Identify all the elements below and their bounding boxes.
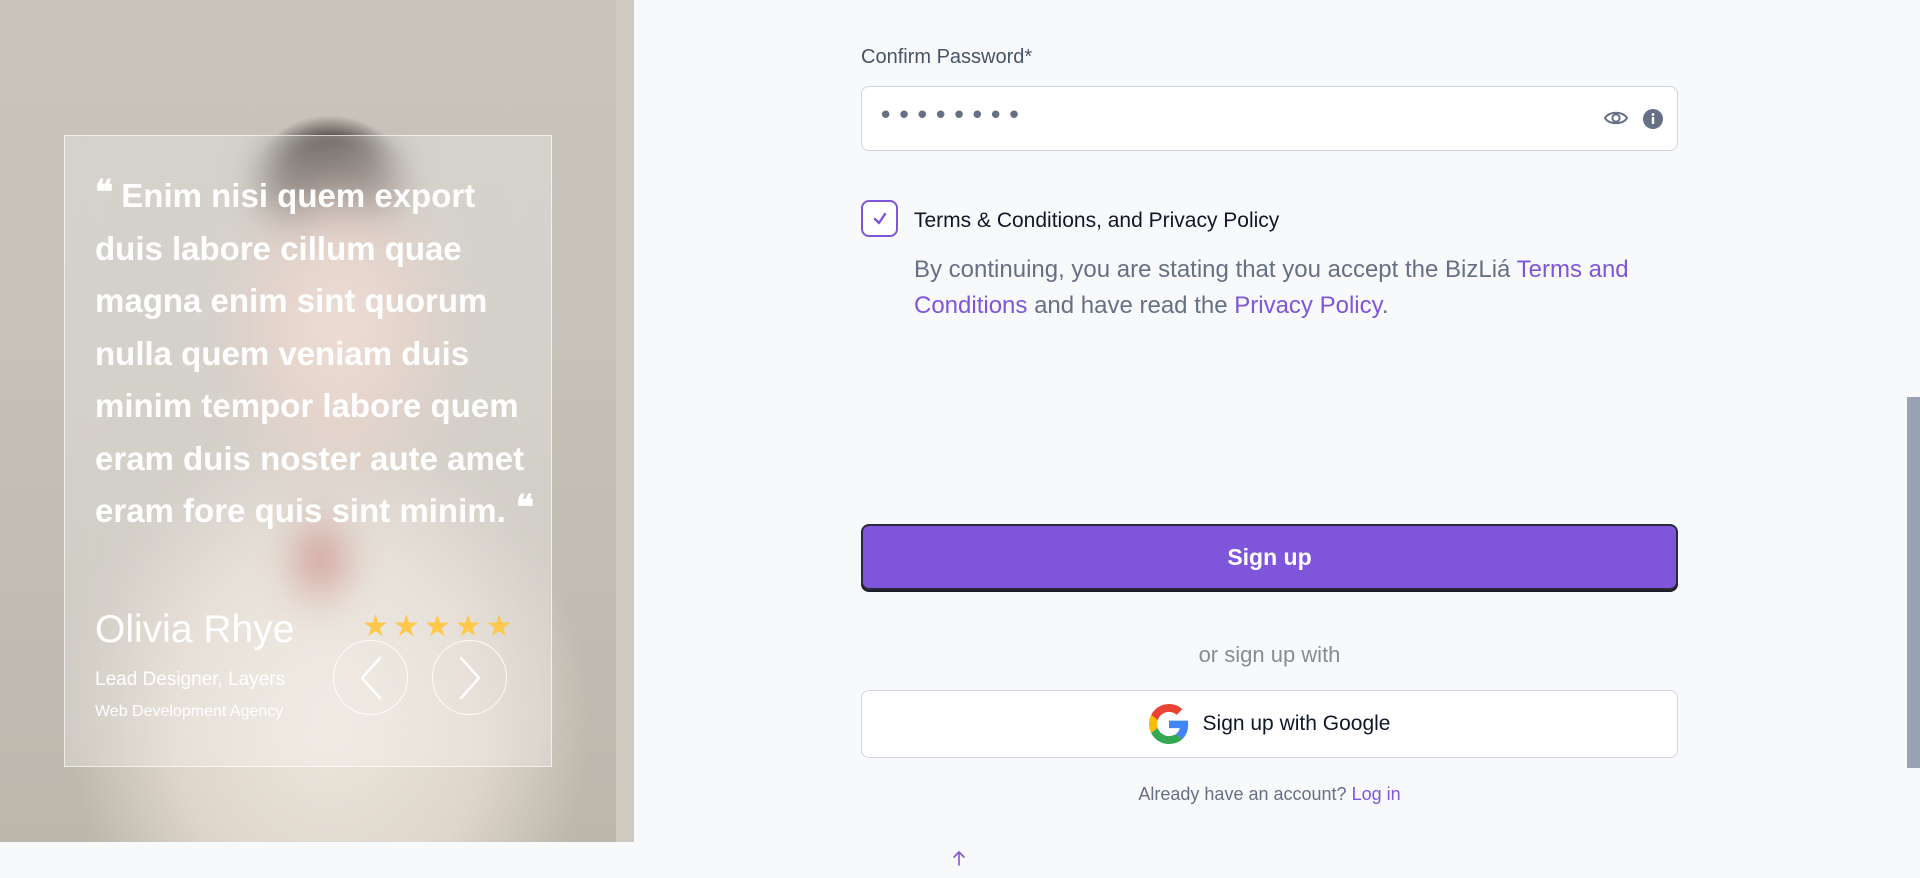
- star-icon: ★: [423, 609, 451, 644]
- star-icon: ★: [454, 609, 482, 644]
- quote-close-icon: ❝: [515, 488, 535, 528]
- author-name: Olivia Rhye: [95, 608, 295, 651]
- google-signup-button[interactable]: Sign up with Google: [861, 690, 1678, 758]
- testimonial-quote: ❝ Enim nisi quem export duis labore cillu…: [95, 170, 535, 538]
- quote-text: Enim nisi quem export duis labore cillum…: [95, 177, 525, 529]
- privacy-link[interactable]: Privacy Policy: [1234, 292, 1382, 319]
- terms-text-part: By continuing, you are stating that you …: [914, 256, 1517, 283]
- chevron-right-icon: [459, 656, 480, 699]
- photo-edge: [616, 0, 634, 842]
- star-icon: ★: [362, 609, 389, 644]
- login-link[interactable]: Log in: [1352, 784, 1401, 804]
- confirm-password-field[interactable]: ••••••••: [861, 86, 1678, 151]
- quote-open-icon: ❝: [95, 173, 114, 213]
- checkmark-icon: [873, 212, 886, 224]
- confirm-password-value[interactable]: ••••••••: [878, 101, 1025, 131]
- star-icon: ★: [485, 609, 513, 644]
- testimonial-card: ❝ Enim nisi quem export duis labore cillu…: [64, 135, 552, 767]
- next-testimonial-button[interactable]: [432, 640, 507, 715]
- terms-checkbox[interactable]: [861, 200, 898, 237]
- confirm-password-label: Confirm Password*: [861, 46, 1033, 68]
- arrow-up-icon[interactable]: [951, 849, 967, 867]
- signup-button[interactable]: Sign up: [861, 524, 1678, 590]
- info-icon[interactable]: [1643, 109, 1663, 129]
- author-role: Lead Designer, Layers: [95, 669, 286, 690]
- previous-testimonial-button[interactable]: [333, 640, 408, 715]
- star-icon: ★: [392, 609, 420, 644]
- terms-text-part: and have read the: [1027, 292, 1235, 319]
- terms-text-part: .: [1381, 292, 1389, 319]
- testimonial-panel: ❝ Enim nisi quem export duis labore cillu…: [0, 0, 634, 842]
- or-divider-text: or sign up with: [1198, 642, 1341, 667]
- chevron-left-icon: [360, 656, 381, 699]
- google-signup-label: Sign up with Google: [1202, 712, 1391, 735]
- google-icon: [1148, 704, 1188, 744]
- terms-description: By continuing, you are stating that you …: [914, 252, 1684, 324]
- eye-icon[interactable]: [1603, 107, 1629, 129]
- author-company: Web Development Agency: [95, 703, 284, 720]
- terms-checkbox-label[interactable]: Terms & Conditions, and Privacy Policy: [914, 209, 1279, 233]
- login-prompt-line: Already have an account? Log in: [861, 784, 1678, 805]
- login-prompt-text: Already have an account?: [1138, 784, 1347, 804]
- star-rating: ★ ★ ★ ★ ★: [362, 612, 513, 642]
- scrollbar-thumb[interactable]: [1907, 397, 1920, 768]
